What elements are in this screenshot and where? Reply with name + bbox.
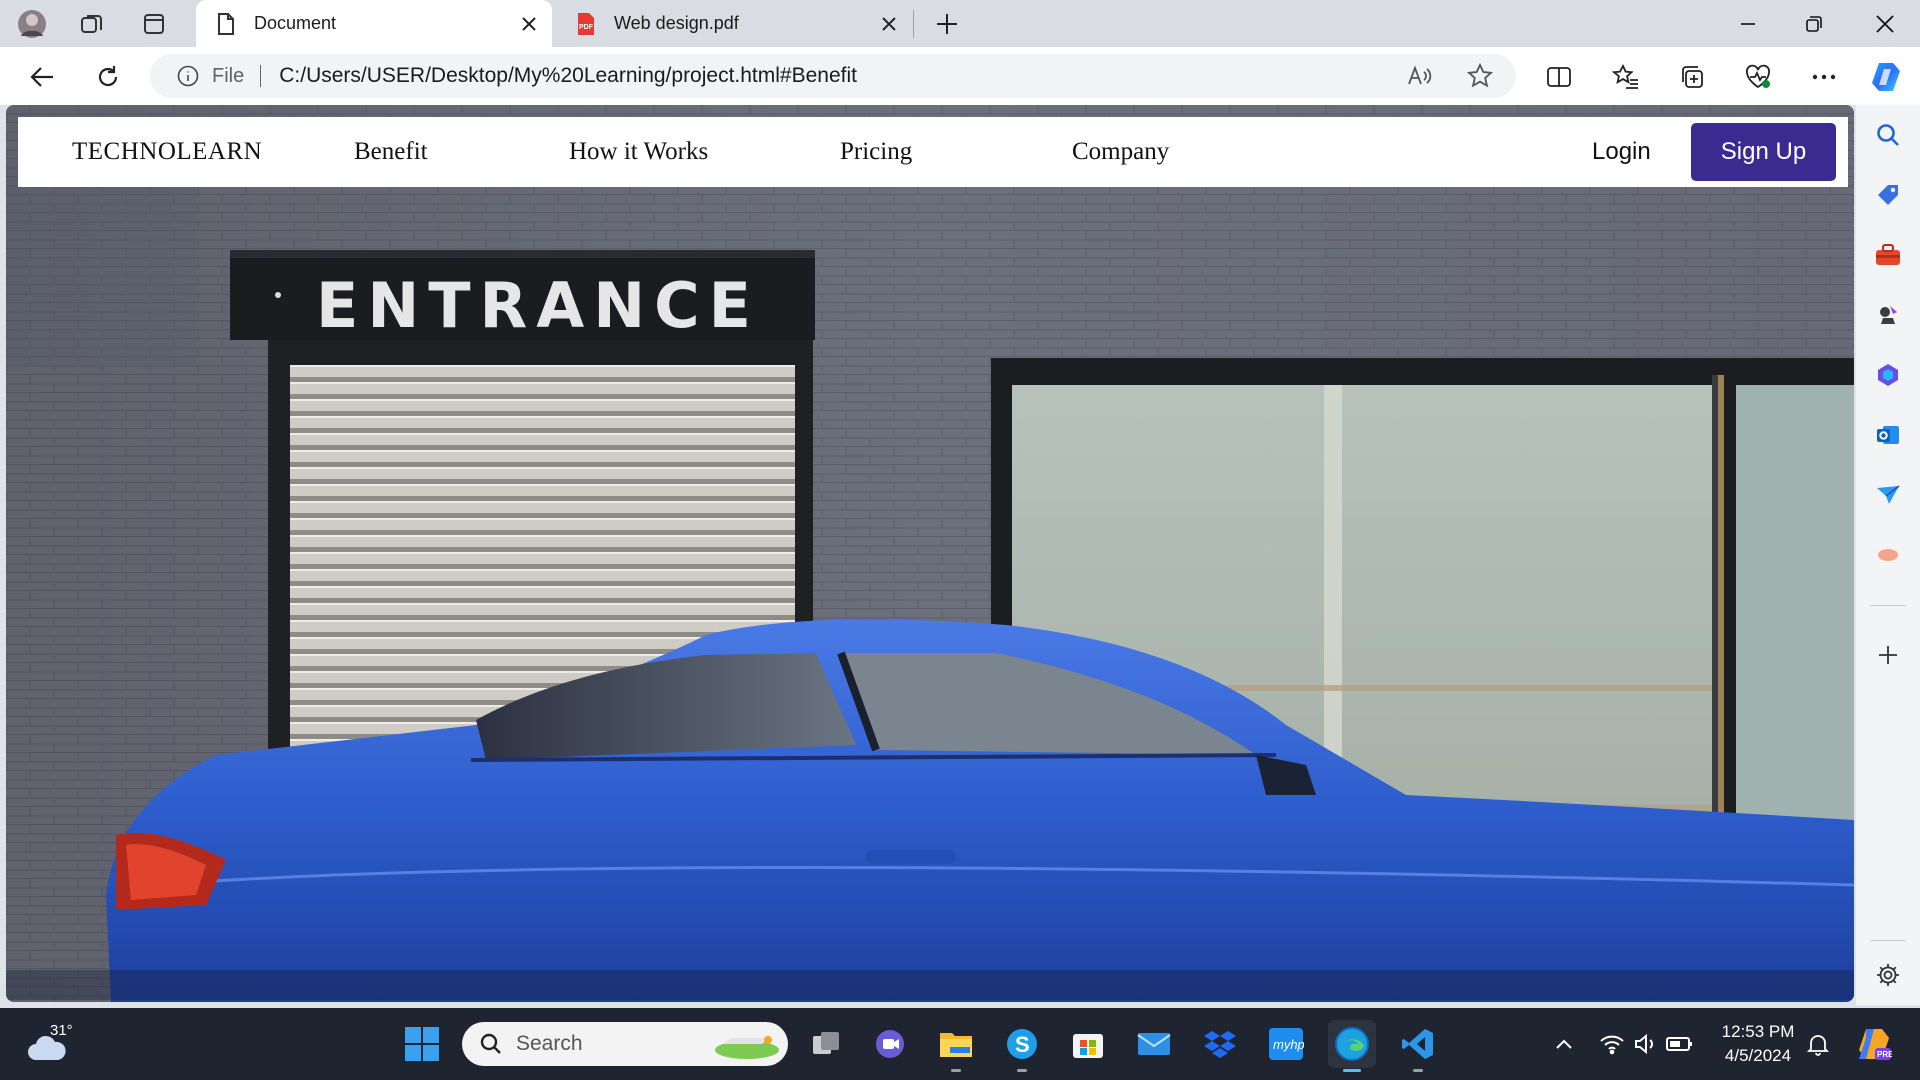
- edge-sidebar: [1856, 105, 1920, 1005]
- start-icon[interactable]: [398, 1020, 446, 1068]
- browser-essentials-icon[interactable]: [1738, 57, 1778, 97]
- volume-icon[interactable]: [1630, 1028, 1662, 1060]
- tab-web-design-pdf[interactable]: PDF Web design.pdf: [556, 0, 912, 47]
- running-indicator: [951, 1069, 961, 1072]
- wifi-icon[interactable]: [1596, 1028, 1628, 1060]
- collections-icon[interactable]: [1672, 57, 1712, 97]
- favorites-icon[interactable]: [1606, 57, 1646, 97]
- settings-gear-icon[interactable]: [1868, 955, 1908, 995]
- clock-date: 4/5/2024: [1724, 1046, 1792, 1065]
- info-icon[interactable]: [176, 64, 200, 88]
- notification-bell-icon[interactable]: [1802, 1028, 1834, 1060]
- pdf-icon: PDF: [572, 10, 600, 38]
- weather-widget[interactable]: 31°: [26, 1020, 86, 1068]
- new-tab-icon[interactable]: [929, 6, 965, 42]
- clock-time: 12:53 PM: [1721, 1022, 1795, 1041]
- microsoft-store-icon[interactable]: [1064, 1020, 1112, 1068]
- teams-chat-icon[interactable]: [866, 1020, 914, 1068]
- read-aloud-icon[interactable]: [1400, 56, 1440, 96]
- address-separator: [260, 65, 262, 87]
- web-page: ENTRANCE TECHNOLEARN Benefit How it Work…: [6, 105, 1854, 1002]
- search-icon: [476, 1029, 506, 1059]
- file-explorer-icon[interactable]: [932, 1020, 980, 1072]
- search-icon[interactable]: [1868, 115, 1908, 155]
- nav-how-it-works[interactable]: How it Works: [569, 138, 708, 166]
- tab-title: Web design.pdf: [614, 13, 739, 33]
- close-tab-icon[interactable]: [874, 9, 904, 39]
- favorite-star-icon[interactable]: [1460, 56, 1500, 96]
- svg-text:PRE: PRE: [1877, 1050, 1892, 1059]
- site-navbar: TECHNOLEARN Benefit How it Works Pricing…: [18, 117, 1848, 187]
- restore-icon[interactable]: [1784, 0, 1844, 47]
- sidebar-divider: [1870, 605, 1906, 606]
- search-highlight-icon: [715, 1036, 779, 1059]
- microsoft365-icon[interactable]: [1868, 355, 1908, 395]
- sidebar-divider: [1870, 940, 1906, 941]
- add-sidebar-app-icon[interactable]: [1868, 635, 1908, 675]
- tab-actions-icon[interactable]: [136, 6, 172, 42]
- refresh-icon[interactable]: [88, 57, 128, 97]
- tab-separator: [913, 10, 914, 38]
- nav-benefit[interactable]: Benefit: [354, 138, 428, 166]
- shopping-tag-icon[interactable]: [1868, 175, 1908, 215]
- running-indicator: [1343, 1069, 1361, 1072]
- browser-toolbar: File C:/Users/USER/Desktop/My%20Learning…: [0, 47, 1920, 105]
- extension-icon[interactable]: [1868, 535, 1908, 575]
- running-indicator: [1413, 1069, 1423, 1072]
- copilot-icon[interactable]: [1866, 57, 1906, 97]
- running-indicator: [1017, 1069, 1027, 1072]
- svg-text:myhp: myhp: [1273, 1037, 1304, 1052]
- document-icon: [212, 10, 240, 38]
- address-bar[interactable]: File C:/Users/USER/Desktop/My%20Learning…: [150, 54, 1516, 98]
- split-screen-icon[interactable]: [1539, 57, 1579, 97]
- workspaces-icon[interactable]: [74, 6, 110, 42]
- sign-up-button[interactable]: Sign Up: [1691, 123, 1836, 181]
- tools-icon[interactable]: [1868, 235, 1908, 275]
- send-icon[interactable]: [1868, 475, 1908, 515]
- outlook-icon[interactable]: [1868, 415, 1908, 455]
- tab-document[interactable]: Document: [196, 0, 552, 47]
- games-icon[interactable]: [1868, 295, 1908, 335]
- vscode-icon[interactable]: [1394, 1020, 1442, 1072]
- minimize-icon[interactable]: [1718, 0, 1778, 47]
- windows-taskbar: 31° Search S myhp 12:53 PM 4/5/2024 PRE: [0, 1008, 1920, 1080]
- nav-company[interactable]: Company: [1072, 138, 1169, 166]
- battery-icon[interactable]: [1664, 1028, 1696, 1060]
- nav-pricing[interactable]: Pricing: [840, 138, 912, 166]
- system-clock[interactable]: 12:53 PM 4/5/2024: [1710, 1020, 1806, 1068]
- url-text[interactable]: C:/Users/USER/Desktop/My%20Learning/proj…: [279, 64, 857, 88]
- tab-title: Document: [254, 13, 337, 33]
- svg-text:ENTRANCE: ENTRANCE: [316, 269, 760, 342]
- dropbox-icon[interactable]: [1196, 1020, 1244, 1068]
- mail-icon[interactable]: [1130, 1020, 1178, 1068]
- edge-icon[interactable]: [1328, 1020, 1376, 1072]
- site-logo[interactable]: TECHNOLEARN: [72, 138, 262, 166]
- tab-strip: Document PDF Web design.pdf: [0, 0, 1920, 47]
- svg-text:S: S: [1015, 1032, 1030, 1057]
- scheme-label: File: [212, 64, 245, 87]
- login-link[interactable]: Login: [1592, 138, 1651, 166]
- copilot-taskbar-icon[interactable]: PRE: [1854, 1024, 1894, 1064]
- task-view-icon[interactable]: [802, 1020, 850, 1068]
- chevron-up-icon[interactable]: [1548, 1028, 1580, 1060]
- myhp-icon[interactable]: myhp: [1262, 1020, 1310, 1068]
- close-window-icon[interactable]: [1855, 0, 1915, 47]
- more-menu-icon[interactable]: [1804, 57, 1844, 97]
- skype-icon[interactable]: S: [998, 1020, 1046, 1072]
- profile-avatar[interactable]: [14, 6, 50, 42]
- search-label: Search: [516, 1032, 583, 1055]
- svg-text:PDF: PDF: [579, 24, 594, 31]
- hero-image: ENTRANCE: [6, 105, 1854, 1002]
- back-icon[interactable]: [22, 57, 62, 97]
- close-tab-icon[interactable]: [514, 9, 544, 39]
- taskbar-search[interactable]: Search: [462, 1022, 788, 1066]
- weather-temp: 31°: [50, 1022, 73, 1039]
